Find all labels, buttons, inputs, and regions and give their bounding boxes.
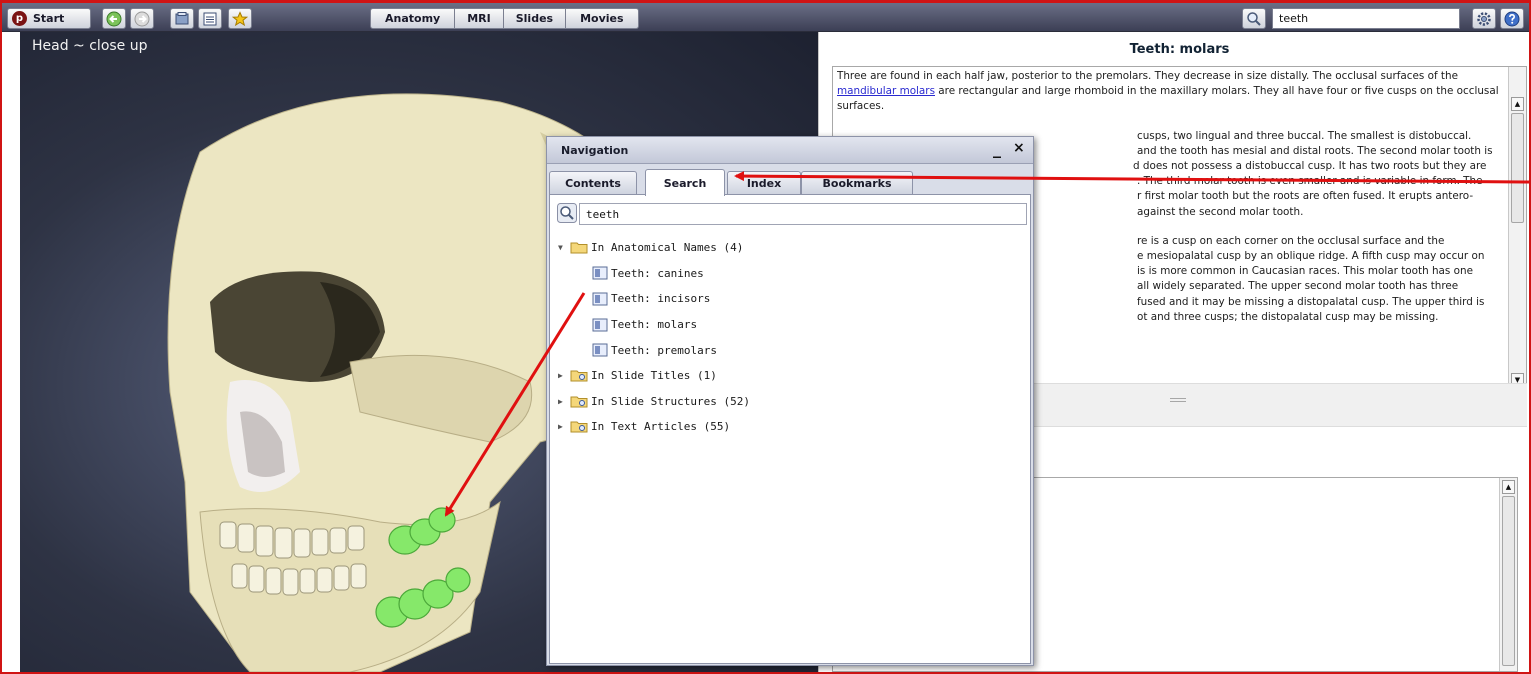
settings-button[interactable] — [1472, 8, 1496, 29]
collapsed-triangle-icon[interactable]: ▶ — [558, 397, 568, 406]
article-line: and the tooth has mesial and distal root… — [1137, 144, 1493, 157]
tree-item[interactable]: Teeth: canines — [558, 261, 1028, 287]
article-line: d does not possess a distobuccal cusp. I… — [1133, 160, 1487, 173]
article-line: fused and it may be missing a distopalat… — [1137, 295, 1485, 308]
article-line: against the second molar tooth. — [1137, 205, 1304, 218]
forward-arrow-icon — [134, 11, 150, 26]
search-icon — [1247, 11, 1261, 26]
mode-movies[interactable]: Movies — [566, 8, 639, 29]
document-icon — [592, 318, 608, 332]
folder-button[interactable] — [170, 8, 194, 29]
navigation-window[interactable]: Navigation _ × Contents Search Index Boo… — [546, 136, 1034, 666]
start-button[interactable]: p Start — [7, 8, 91, 29]
tree-item-label: Teeth: canines — [611, 266, 704, 280]
mode-slides[interactable]: Slides — [503, 8, 567, 29]
expanded-triangle-icon[interactable]: ▼ — [558, 243, 568, 252]
navigation-search-input[interactable] — [579, 203, 1027, 225]
scroll-up-arrow-icon[interactable]: ▲ — [1502, 480, 1515, 494]
document-icon — [592, 343, 608, 357]
tab-contents[interactable]: Contents — [549, 171, 637, 195]
collapsed-triangle-icon[interactable]: ▶ — [558, 422, 568, 431]
folder-icon — [175, 11, 189, 24]
article-line: r first molar tooth but the roots are of… — [1137, 190, 1474, 203]
tree-group-label: In Text Articles (55) — [591, 420, 731, 434]
article-paragraph: Three are found in each half jaw, poster… — [837, 69, 1502, 115]
tab-index[interactable]: Index — [727, 171, 801, 195]
tree-item[interactable]: Teeth: incisors — [558, 286, 1028, 312]
article-line: all widely separated. The upper second m… — [1137, 280, 1459, 293]
minimize-icon[interactable]: _ — [993, 139, 1001, 158]
toolbar: p Start Anatomy MRI Slides Movies teeth — [2, 3, 1529, 32]
tree-item-label: Teeth: molars — [611, 318, 698, 332]
close-icon[interactable]: × — [1013, 140, 1025, 156]
list-icon — [203, 12, 217, 25]
article-text-run: are rectangular and large rhomboid in th… — [837, 85, 1499, 113]
scroll-thumb[interactable] — [1502, 496, 1515, 666]
list-button[interactable] — [198, 8, 222, 29]
tree-group-anatomical-names[interactable]: ▼ In Anatomical Names (4) — [558, 235, 1028, 261]
splitter-grip-icon[interactable] — [1170, 398, 1186, 402]
help-icon — [1504, 11, 1520, 26]
tree-group-slide-titles[interactable]: ▶ In Slide Titles (1) — [558, 363, 1028, 389]
tree-group-slide-structures[interactable]: ▶ In Slide Structures (52) — [558, 389, 1028, 415]
start-label: Start — [33, 12, 65, 25]
article-line: re is a cusp on each corner on the occlu… — [1137, 234, 1445, 247]
mode-anatomy[interactable]: Anatomy — [370, 8, 456, 29]
tree-item-label: Teeth: premolars — [611, 343, 717, 357]
article-line: ot and three cusps; the distopalatal cus… — [1137, 310, 1439, 323]
article-title: Teeth: molars — [1129, 42, 1230, 57]
search-icon[interactable] — [557, 203, 577, 223]
left-margin — [2, 32, 20, 672]
app-logo-icon: p — [12, 11, 27, 26]
folder-search-icon — [570, 370, 588, 382]
search-button[interactable] — [1242, 8, 1266, 29]
forward-button[interactable] — [130, 8, 154, 29]
tree-item[interactable]: Teeth: molars — [558, 312, 1028, 338]
tree-item-label: Teeth: incisors — [611, 292, 711, 306]
article-line: . The third molar tooth is even smaller … — [1137, 175, 1483, 188]
folder-search-icon — [570, 421, 588, 433]
article-line: cusps, two lingual and three buccal. The… — [1137, 129, 1472, 142]
navigation-tabs: Contents Search Index Bookmarks — [549, 169, 1033, 196]
help-button[interactable] — [1500, 8, 1524, 29]
mode-mri[interactable]: MRI — [455, 8, 504, 29]
folder-open-icon — [570, 242, 588, 254]
navigation-title: Navigation — [561, 144, 629, 157]
back-arrow-icon — [106, 11, 122, 26]
star-icon — [232, 10, 248, 26]
tree-item[interactable]: Teeth: premolars — [558, 337, 1028, 363]
document-icon — [592, 292, 608, 306]
scroll-thumb[interactable] — [1511, 113, 1524, 223]
toolbar-search-input[interactable] — [1272, 8, 1460, 29]
tree-group-label: In Slide Titles (1) — [591, 369, 717, 383]
collapsed-triangle-icon[interactable]: ▶ — [558, 371, 568, 380]
tab-search[interactable]: Search — [645, 169, 725, 196]
tree-group-label: In Anatomical Names (4) — [591, 241, 744, 255]
tab-bookmarks[interactable]: Bookmarks — [801, 171, 913, 195]
article-line: e mesiopalatal cusp by an oblique ridge.… — [1137, 250, 1485, 263]
mode-switcher: Anatomy MRI Slides Movies — [370, 8, 639, 29]
mandibular-molars-link[interactable]: mandibular molars — [837, 85, 935, 97]
article-text-run: Three are found in each half jaw, poster… — [837, 70, 1458, 82]
lower-scrollbar[interactable]: ▲ — [1499, 478, 1517, 671]
scroll-up-arrow-icon[interactable]: ▲ — [1511, 97, 1524, 111]
navigation-header[interactable]: Navigation _ × — [547, 137, 1033, 164]
search-tab-content: ▼ In Anatomical Names (4) Teeth: canines — [549, 194, 1031, 664]
gear-icon — [1477, 11, 1491, 26]
search-results-tree: ▼ In Anatomical Names (4) Teeth: canines — [558, 235, 1028, 440]
viewer-title: Head ~ close up — [32, 38, 148, 54]
favorites-button[interactable] — [228, 8, 252, 29]
document-icon — [592, 266, 608, 280]
folder-search-icon — [570, 396, 588, 408]
article-scrollbar[interactable]: ▲ ▼ — [1508, 67, 1526, 389]
tree-group-label: In Slide Structures (52) — [591, 394, 750, 408]
article-line: is is more common in Caucasian races. Th… — [1137, 265, 1473, 278]
tree-group-text-articles[interactable]: ▶ In Text Articles (55) — [558, 414, 1028, 440]
back-button[interactable] — [102, 8, 126, 29]
